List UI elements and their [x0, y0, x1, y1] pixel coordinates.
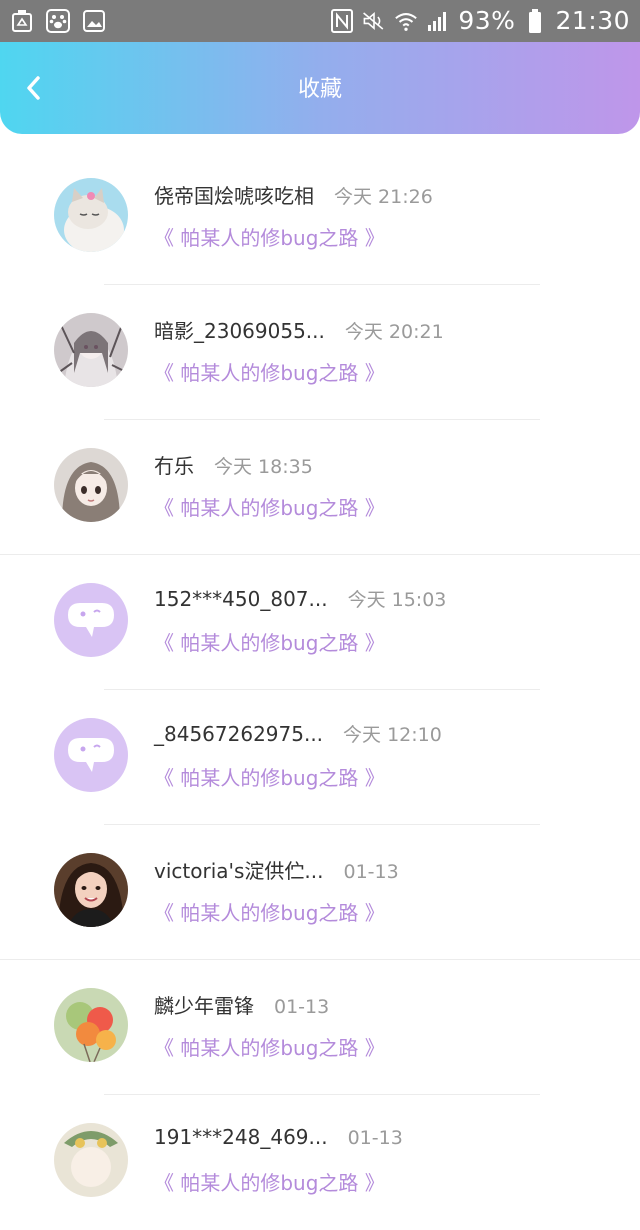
mute-icon: [362, 9, 386, 33]
collection-title: 《 帕某人的修bug之路 》: [154, 901, 385, 925]
avatar[interactable]: [54, 178, 128, 252]
timestamp: 01-13: [274, 996, 330, 1018]
avatar[interactable]: [54, 583, 128, 657]
user-name: _84567262975...: [154, 722, 324, 746]
name-row: 152***450_807... 今天 15:03: [154, 585, 446, 612]
baidu-paw-icon: [46, 9, 70, 33]
timestamp: 01-13: [343, 861, 399, 883]
name-row: 暗影_23069055... 今天 20:21: [154, 315, 444, 344]
gallery-icon: [82, 9, 106, 33]
battery-percentage: 93%: [458, 6, 516, 35]
user-name: 暗影_23069055...: [154, 319, 325, 343]
user-name: 152***450_807...: [154, 587, 328, 611]
favorites-list: 侥帝国烩唬咳吃相 今天 21:26 《 帕某人的修bug之路 》 暗影_2306…: [0, 150, 640, 1230]
default-avatar-icon: [54, 583, 128, 657]
name-row: _84567262975... 今天 12:10: [154, 720, 442, 747]
wifi-icon: [394, 9, 418, 33]
collection-title: 《 帕某人的修bug之路 》: [154, 496, 385, 520]
user-name: 191***248_469...: [154, 1125, 328, 1149]
page-title: 收藏: [297, 77, 342, 102]
name-row: 冇乐 今天 18:35: [154, 450, 313, 479]
list-item[interactable]: 侥帝国烩唬咳吃相 今天 21:26 《 帕某人的修bug之路 》: [0, 150, 640, 285]
collection-title: 《 帕某人的修bug之路 》: [154, 766, 385, 790]
status-left-icons: [10, 9, 106, 33]
timestamp: 今天 20:21: [344, 321, 444, 343]
list-item[interactable]: _84567262975... 今天 12:10 《 帕某人的修bug之路 》: [0, 690, 640, 825]
collection-title: 《 帕某人的修bug之路 》: [154, 631, 385, 655]
status-right: 93% 21:30: [330, 6, 630, 36]
avatar[interactable]: [54, 718, 128, 792]
list-item[interactable]: 麟少年雷锋 01-13 《 帕某人的修bug之路 》: [0, 960, 640, 1095]
app-header: 收藏: [0, 42, 640, 134]
avatar[interactable]: [54, 313, 128, 387]
user-name: 冇乐: [154, 454, 194, 478]
name-row: victoria's淀供伫... 01-13: [154, 855, 399, 884]
name-row: 191***248_469... 01-13: [154, 1125, 403, 1149]
avatar[interactable]: [54, 448, 128, 522]
timestamp: 今天 21:26: [334, 186, 433, 208]
timestamp: 01-13: [347, 1127, 403, 1149]
avatar[interactable]: [54, 988, 128, 1062]
collection-title: 《 帕某人的修bug之路 》: [154, 1036, 385, 1060]
user-name: 侥帝国烩唬咳吃相: [154, 184, 314, 208]
timestamp: 今天 12:10: [343, 724, 442, 746]
signal-icon: [426, 9, 450, 33]
user-name: 麟少年雷锋: [154, 994, 254, 1018]
avatar[interactable]: [54, 853, 128, 927]
nfc-icon: [330, 9, 354, 33]
recycle-icon: [10, 9, 34, 33]
battery-icon: [523, 9, 547, 33]
name-row: 侥帝国烩唬咳吃相 今天 21:26: [154, 180, 433, 209]
collection-title: 《 帕某人的修bug之路 》: [154, 1171, 385, 1195]
list-item[interactable]: 冇乐 今天 18:35 《 帕某人的修bug之路 》: [0, 420, 640, 555]
list-item[interactable]: 暗影_23069055... 今天 20:21 《 帕某人的修bug之路 》: [0, 285, 640, 420]
list-item[interactable]: victoria's淀供伫... 01-13 《 帕某人的修bug之路 》: [0, 825, 640, 960]
collection-title: 《 帕某人的修bug之路 》: [154, 361, 385, 385]
avatar[interactable]: [54, 1123, 128, 1197]
timestamp: 今天 18:35: [214, 456, 313, 478]
list-item[interactable]: 191***248_469... 01-13 《 帕某人的修bug之路 》: [0, 1095, 640, 1230]
clock: 21:30: [555, 6, 630, 35]
timestamp: 今天 15:03: [347, 589, 447, 611]
user-name: victoria's淀供伫...: [154, 859, 324, 883]
default-avatar-icon: [54, 718, 128, 792]
collection-title: 《 帕某人的修bug之路 》: [154, 226, 385, 250]
status-bar: 93% 21:30: [0, 0, 640, 42]
list-item[interactable]: 152***450_807... 今天 15:03 《 帕某人的修bug之路 》: [0, 555, 640, 690]
name-row: 麟少年雷锋 01-13: [154, 990, 329, 1019]
